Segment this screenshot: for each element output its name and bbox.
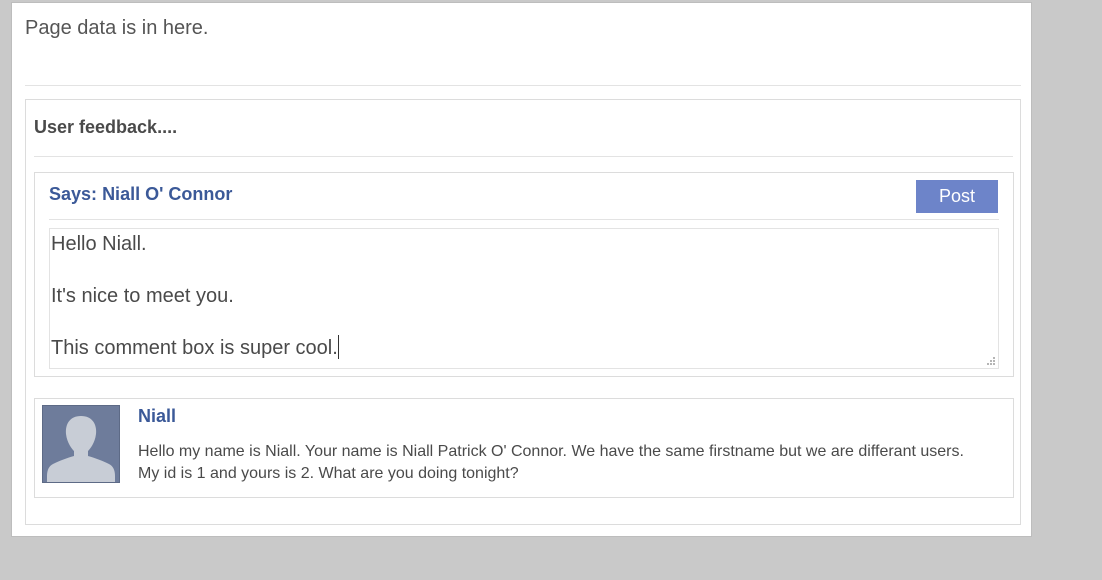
comment-line-2: [51, 257, 998, 283]
comment-line-4: [51, 309, 998, 335]
page-container: Page data is in here. User feedback.... …: [11, 2, 1032, 537]
feedback-title: User feedback....: [34, 117, 178, 137]
default-user-avatar-icon: [43, 406, 119, 482]
composer-divider: [49, 219, 999, 220]
user-feedback-panel: User feedback.... Says: Niall O' Connor …: [25, 99, 1021, 525]
page-divider: [25, 85, 1021, 86]
post-button[interactable]: Post: [916, 180, 998, 213]
says-label: Says: Niall O' Connor: [49, 184, 232, 205]
comment-composer: Says: Niall O' Connor Post Hello Niall. …: [34, 172, 1014, 377]
text-caret: [337, 335, 339, 359]
avatar[interactable]: [42, 405, 120, 483]
comment-textarea[interactable]: Hello Niall. It's nice to meet you. This…: [49, 228, 999, 369]
feedback-divider: [34, 156, 1013, 157]
comment-line-3: It's nice to meet you.: [51, 285, 234, 307]
says-prefix: Says:: [49, 184, 98, 204]
says-user-name[interactable]: Niall O' Connor: [102, 184, 232, 204]
comment-item: Niall Hello my name is Niall. Your name …: [34, 398, 1014, 498]
comment-author[interactable]: Niall: [138, 406, 176, 427]
comment-line-1: Hello Niall.: [51, 233, 147, 255]
comment-line-5: This comment box is super cool.: [51, 337, 338, 359]
comment-body: Hello my name is Niall. Your name is Nia…: [138, 443, 964, 482]
page-data-text: Page data is in here.: [25, 17, 209, 39]
resize-grip-icon[interactable]: [985, 355, 995, 365]
comment-line-5-wrap: This comment box is super cool.: [51, 335, 998, 361]
